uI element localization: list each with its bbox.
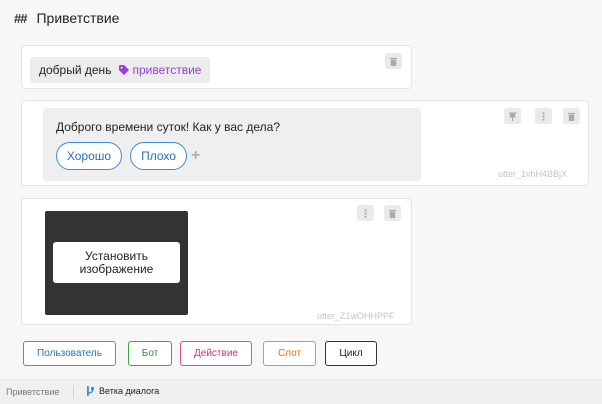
user-message[interactable]: добрый день приветствие <box>30 57 211 83</box>
bot-message-card: Доброго времени суток! Как у вас дела? Х… <box>21 100 589 186</box>
more-vertical-icon <box>364 208 367 218</box>
branch-button[interactable]: Ветка диалога <box>86 386 159 396</box>
branch-label: Ветка диалога <box>99 386 160 396</box>
delete-button[interactable] <box>384 205 401 221</box>
add-user-button[interactable]: Пользователь <box>23 341 116 366</box>
image-message-card: Установить изображение utter_Z1wOHHPPF <box>21 198 412 325</box>
more-options-button[interactable] <box>535 108 552 124</box>
utter-id: utter_1vhH4BBjX <box>498 169 568 179</box>
add-slot-button[interactable]: Слот <box>263 341 316 366</box>
quick-reply-button[interactable]: Плохо <box>130 142 187 170</box>
add-action-button[interactable]: Действие <box>180 341 252 366</box>
pin-button[interactable] <box>504 108 521 124</box>
quick-reply-button[interactable]: Хорошо <box>56 142 122 170</box>
intent-label[interactable]: приветствие <box>119 63 201 77</box>
user-message-text: добрый день <box>39 63 112 77</box>
page-header: ## Приветствие <box>14 8 119 28</box>
bot-message-text: Доброго времени суток! Как у вас дела? <box>56 120 280 134</box>
divider <box>73 385 74 399</box>
more-vertical-icon <box>542 111 545 121</box>
pin-icon <box>508 111 517 121</box>
set-image-button[interactable]: Установить изображение <box>53 242 180 283</box>
add-bot-button[interactable]: Бот <box>128 341 172 366</box>
status-bar: Приветствие Ветка диалога <box>0 379 602 404</box>
user-message-card: добрый день приветствие <box>21 45 412 89</box>
branch-icon <box>87 386 95 396</box>
utter-id: utter_Z1wOHHPPF <box>317 311 395 321</box>
delete-button[interactable] <box>563 108 580 124</box>
add-quick-reply-icon[interactable]: + <box>191 147 200 165</box>
trash-icon <box>567 112 576 121</box>
trash-icon <box>388 209 397 218</box>
delete-button[interactable] <box>385 53 402 69</box>
intent-name: приветствие <box>132 63 202 77</box>
image-placeholder: Установить изображение <box>45 211 188 315</box>
tag-icon <box>119 65 130 75</box>
page-title: Приветствие <box>36 10 120 26</box>
add-loop-button[interactable]: Цикл <box>325 341 377 366</box>
set-image-label: Установить изображение <box>79 248 154 276</box>
breadcrumb[interactable]: Приветствие <box>6 387 59 397</box>
trash-icon <box>389 57 398 66</box>
bot-message[interactable]: Доброго времени суток! Как у вас дела? Х… <box>43 108 421 181</box>
heading-marker: ## <box>14 10 28 26</box>
more-options-button[interactable] <box>357 205 374 221</box>
